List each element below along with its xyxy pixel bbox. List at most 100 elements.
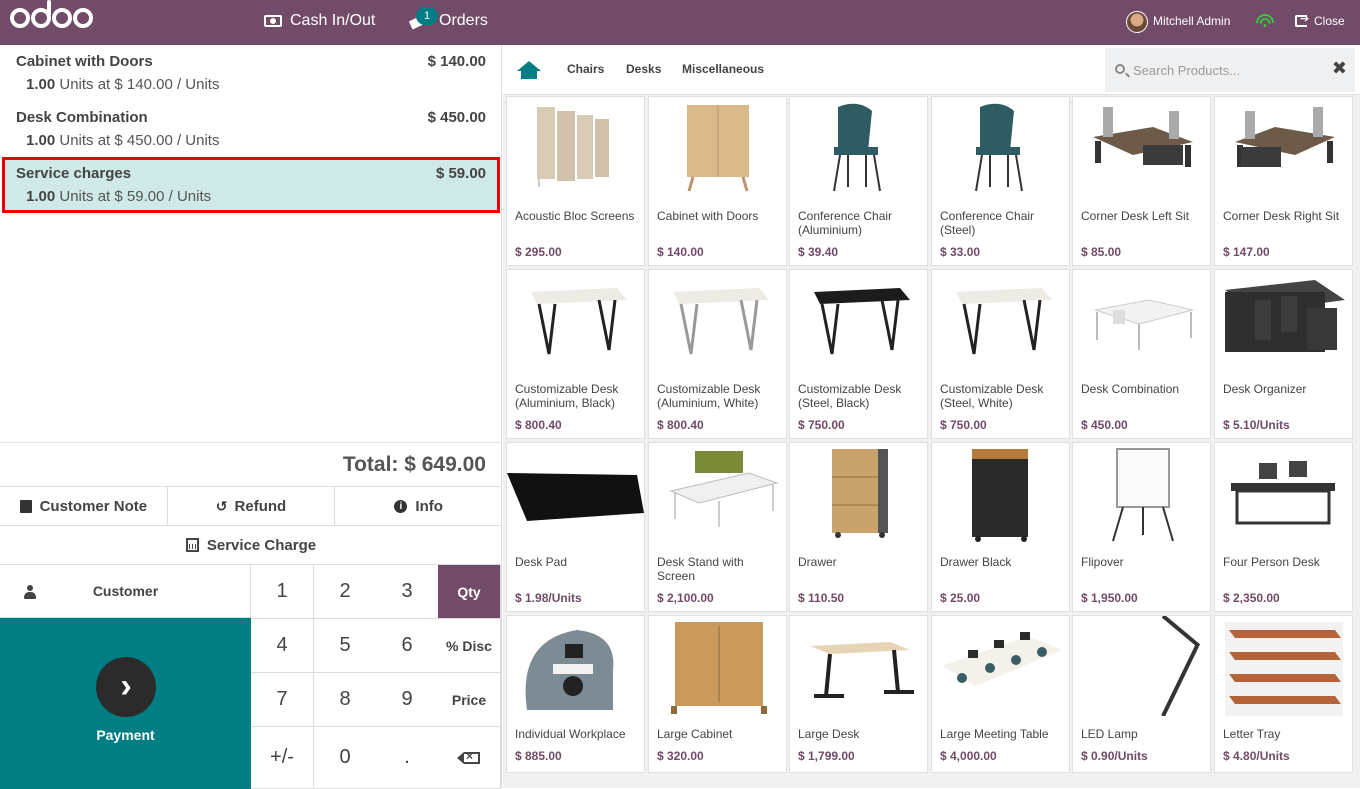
product-card[interactable]: Customizable Desk (Aluminium, White) $ 80… [648,269,787,439]
orders-count-badge: 1 [416,7,438,25]
product-image [649,270,786,370]
discount-mode-button[interactable]: % Disc [438,619,501,673]
category-desks[interactable]: Desks [626,62,661,76]
product-card[interactable]: Cabinet with Doors $ 140.00 [648,96,787,266]
home-icon[interactable] [517,61,541,79]
product-card[interactable]: Desk Combination $ 450.00 [1072,269,1211,439]
order-line-unit: Units at $ 450.00 / Units [59,132,220,149]
product-card[interactable]: Individual Workplace $ 885.00 [506,615,645,773]
product-card[interactable]: Customizable Desk (Aluminium, Black) $ 80… [506,269,645,439]
product-card[interactable]: Corner Desk Right Sit $ 147.00 [1214,96,1353,266]
order-line-qty: 1.00 [26,132,56,149]
product-card[interactable]: Conference Chair (Aluminium) $ 39.40 [789,96,928,266]
numpad-key-7[interactable]: 7 [251,673,314,727]
product-name: Customizable Desk (Aluminium, Black) [515,382,619,410]
avatar[interactable] [1126,11,1148,33]
product-name: Cabinet with Doors [657,209,759,223]
product-card[interactable]: Large Cabinet $ 320.00 [648,615,787,773]
product-card[interactable]: Flipover $ 1,950.00 [1072,442,1211,612]
cash-in-out-button[interactable]: Cash In/Out [264,12,375,30]
product-price: $ 800.40 [515,418,562,432]
numpad-key-6[interactable]: 6 [376,619,439,673]
top-bar: Cash In/Out Orders 1 Mitchell Admin Clos… [0,0,1360,45]
payment-button[interactable]: › Payment [0,618,251,789]
payment-label: Payment [96,727,155,743]
product-price: $ 295.00 [515,245,562,259]
product-image [507,443,644,543]
category-miscellaneous[interactable]: Miscellaneous [682,62,764,76]
price-mode-button[interactable]: Price [438,673,501,727]
cash-icon [264,15,282,27]
order-line-unit: Units at $ 59.00 / Units [59,188,212,205]
product-price: $ 140.00 [657,245,704,259]
product-card[interactable]: Drawer $ 110.50 [789,442,928,612]
search-input[interactable] [1133,58,1323,82]
product-price: $ 2,350.00 [1223,591,1280,605]
product-card[interactable]: Four Person Desk $ 2,350.00 [1214,442,1353,612]
product-price: $ 320.00 [657,749,704,763]
order-line-selected[interactable]: Service charges $ 59.00 1.00 Units at $ … [2,157,500,213]
qty-mode-button[interactable]: Qty [438,565,501,619]
product-card[interactable]: Acoustic Bloc Screens $ 295.00 [506,96,645,266]
product-price: $ 4.80/Units [1223,749,1290,763]
product-price: $ 2,100.00 [657,591,714,605]
product-price: $ 85.00 [1081,245,1122,259]
product-card[interactable]: Customizable Desk (Steel, White) $ 750.00 [931,269,1070,439]
info-icon: i [394,499,408,513]
numpad-key-5[interactable]: 5 [314,619,377,673]
product-image [932,616,1069,716]
service-charge-button[interactable]: Service Charge [0,525,502,564]
product-card[interactable]: Desk Pad $ 1.98/Units [506,442,645,612]
numpad-key-2[interactable]: 2 [314,565,377,619]
order-line-name: Desk Combination [16,109,148,126]
product-name: Drawer [798,555,837,569]
order-line-qty: 1.00 [26,188,56,205]
product-name: Drawer Black [940,555,1012,569]
refund-button[interactable]: ↺ Refund [168,487,336,525]
product-image [1073,443,1210,543]
order-line-unit: Units at $ 140.00 / Units [59,76,220,93]
numpad-key-0[interactable]: 0 [314,727,377,789]
category-chairs[interactable]: Chairs [567,62,604,76]
numpad-key-4[interactable]: 4 [251,619,314,673]
product-card[interactable]: Large Desk $ 1,799.00 [789,615,928,773]
clear-search-icon[interactable]: ✖ [1332,58,1347,79]
numpad-key-3[interactable]: 3 [376,565,439,619]
customer-button[interactable]: Customer [0,565,251,618]
order-panel: Cabinet with Doors $ 140.00 1.00 Units a… [0,45,502,789]
product-card[interactable]: LED Lamp $ 0.90/Units [1072,615,1211,773]
product-card[interactable]: Conference Chair (Steel) $ 33.00 [931,96,1070,266]
order-line[interactable]: Desk Combination $ 450.00 1.00 Units at … [2,101,500,157]
numpad-key-1[interactable]: 1 [251,565,314,619]
numpad-key-9[interactable]: 9 [376,673,439,727]
customer-label: Customer [92,583,159,599]
product-name: Conference Chair (Steel) [940,209,1035,237]
product-image [507,97,644,197]
product-card[interactable]: Letter Tray $ 4.80/Units [1214,615,1353,773]
backspace-button[interactable] [438,727,501,789]
customer-note-button[interactable]: Customer Note [0,487,168,525]
sign-out-icon[interactable] [1295,12,1309,27]
product-card[interactable]: Customizable Desk (Steel, Black) $ 750.00 [789,269,928,439]
order-line-qty: 1.00 [26,76,56,93]
order-line[interactable]: Cabinet with Doors $ 140.00 1.00 Units a… [2,45,500,101]
product-name: Four Person Desk [1223,555,1320,569]
product-card[interactable]: Large Meeting Table $ 4,000.00 [931,615,1070,773]
product-card[interactable]: Corner Desk Left Sit $ 85.00 [1072,96,1211,266]
numpad-key-8[interactable]: 8 [314,673,377,727]
info-button[interactable]: i Info [335,487,502,525]
close-button[interactable]: Close [1314,14,1345,28]
product-card[interactable]: Desk Stand with Screen $ 2,100.00 [648,442,787,612]
product-card[interactable]: Drawer Black $ 25.00 [931,442,1070,612]
numpad-key-plus-minus[interactable]: +/- [251,727,314,789]
product-image [932,443,1069,543]
product-price: $ 450.00 [1081,418,1128,432]
product-card[interactable]: Desk Organizer $ 5.10/Units [1214,269,1353,439]
product-price: $ 25.00 [940,591,981,605]
product-name: Desk Combination [1081,382,1180,396]
product-image [1073,97,1210,197]
user-name[interactable]: Mitchell Admin [1153,14,1230,28]
order-line-detail: 1.00 Units at $ 59.00 / Units [26,188,211,205]
numpad-key-decimal[interactable]: . [376,727,439,789]
order-line-price: $ 140.00 [427,53,486,70]
